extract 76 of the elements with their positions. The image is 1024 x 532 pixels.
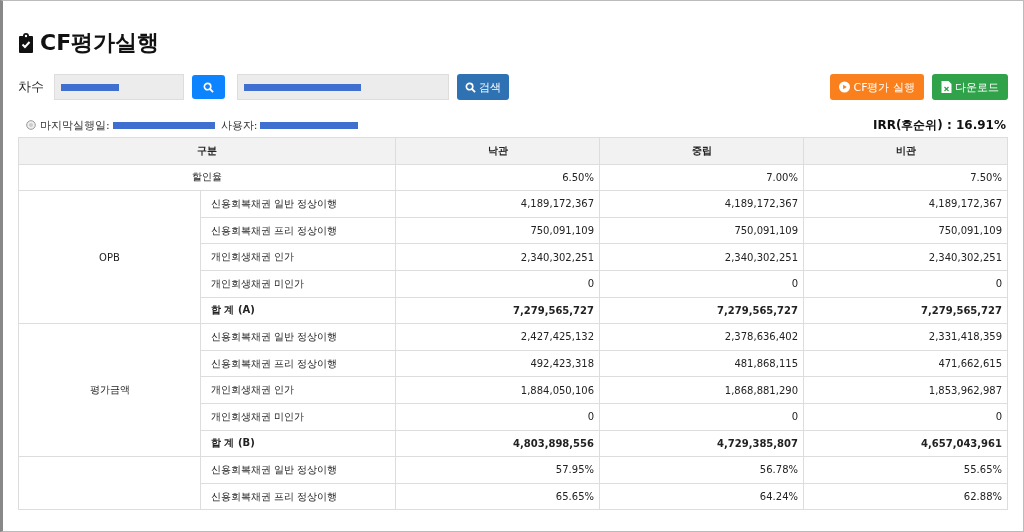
table-cell: 2,340,302,251 (599, 243, 804, 271)
search-button[interactable]: 검색 (457, 74, 509, 100)
round-field[interactable] (54, 74, 184, 100)
table-cell: 4,189,172,367 (395, 190, 600, 218)
round-name-field[interactable] (237, 74, 449, 100)
run-button[interactable]: CF평가 실행 (830, 74, 924, 100)
table-cell: 750,091,109 (803, 217, 1008, 244)
table-cell: 0 (599, 403, 804, 431)
spreadsheet-file-icon (941, 81, 952, 93)
table-cell: 1,853,962,987 (803, 376, 1008, 404)
table-cell: 신용회복채권 프리 정상이행 (200, 483, 396, 510)
table-cell: 7.00% (599, 164, 804, 191)
table-cell: 6.50% (395, 164, 600, 191)
table-cell: 신용회복채권 프리 정상이행 (200, 217, 396, 244)
column-header: 중립 (599, 137, 804, 165)
table-cell: 492,423,318 (395, 350, 600, 377)
download-button[interactable]: 다운로드 (932, 74, 1008, 100)
table-cell: 4,729,385,807 (599, 430, 804, 457)
table-cell: 2,331,418,359 (803, 323, 1008, 351)
table-cell: 0 (395, 403, 600, 431)
table-cell: 7,279,565,727 (803, 297, 1008, 324)
table-cell: 62.88% (803, 483, 1008, 510)
table-cell: 0 (395, 270, 600, 298)
table-cell: 2,340,302,251 (395, 243, 600, 271)
table-cell: 56.78% (599, 456, 804, 484)
table-cell: 합 계 (B) (200, 430, 396, 457)
play-icon (839, 81, 851, 93)
group-label: OPB (99, 251, 120, 263)
table-cell: 신용회복채권 일반 정상이행 (200, 190, 396, 218)
table-cell: 4,657,043,961 (803, 430, 1008, 457)
table-cell: 2,378,636,402 (599, 323, 804, 351)
round-label: 차수 (18, 78, 44, 96)
table-cell: 4,189,172,367 (803, 190, 1008, 218)
table-cell: 1,884,050,106 (395, 376, 600, 404)
table-cell: 합 계 (A) (200, 297, 396, 324)
table-cell: 할인율 (18, 164, 396, 191)
column-header: 낙관 (395, 137, 600, 165)
search-icon (465, 81, 476, 93)
table-cell: 개인회생채권 인가 (200, 243, 396, 271)
page-title: CF평가실행 (40, 29, 160, 57)
irr-value: IRR(후순위) : 16.91% (872, 116, 1006, 134)
table-cell: 64.24% (599, 483, 804, 510)
table-cell: 신용회복채권 일반 정상이행 (200, 456, 396, 484)
search-button[interactable] (192, 75, 225, 99)
table-cell: 7,279,565,727 (599, 297, 804, 324)
table-cell: 신용회복채권 프리 정상이행 (200, 350, 396, 377)
table-cell: 개인회생채권 미인가 (200, 270, 396, 298)
table-cell: 471,662,615 (803, 350, 1008, 377)
table-cell: 개인회생채권 인가 (200, 376, 396, 404)
table-cell: 4,189,172,367 (599, 190, 804, 218)
search-icon (203, 81, 214, 93)
table-cell: 2,427,425,132 (395, 323, 600, 351)
table-cell: 750,091,109 (395, 217, 600, 244)
table-cell: 0 (599, 270, 804, 298)
table-cell: 2,340,302,251 (803, 243, 1008, 271)
group-label: 평가금액 (89, 384, 130, 396)
table-cell: 65.65% (395, 483, 600, 510)
table-cell: 개인회생채권 미인가 (200, 403, 396, 431)
table-cell: 750,091,109 (599, 217, 804, 244)
table-cell: 1,868,881,290 (599, 376, 804, 404)
column-header: 비관 (803, 137, 1008, 165)
table-cell: 신용회복채권 일반 정상이행 (200, 323, 396, 351)
clipboard-check-icon (18, 33, 34, 53)
column-header: 구분 (18, 137, 396, 165)
radio-icon (26, 120, 36, 130)
table-cell: 0 (803, 403, 1008, 431)
redaction-bar (61, 83, 119, 91)
last-run-label: 마지막실행일: (40, 117, 110, 133)
table-cell: 7,279,565,727 (395, 297, 600, 324)
table-cell: 4,803,898,556 (395, 430, 600, 457)
table-cell: 0 (803, 270, 1008, 298)
table-cell: 481,868,115 (599, 350, 804, 377)
table-cell: 57.95% (395, 456, 600, 484)
user-label: 사용자: (220, 117, 258, 133)
table-cell: 7.50% (803, 164, 1008, 191)
table-cell: 55.65% (803, 456, 1008, 484)
